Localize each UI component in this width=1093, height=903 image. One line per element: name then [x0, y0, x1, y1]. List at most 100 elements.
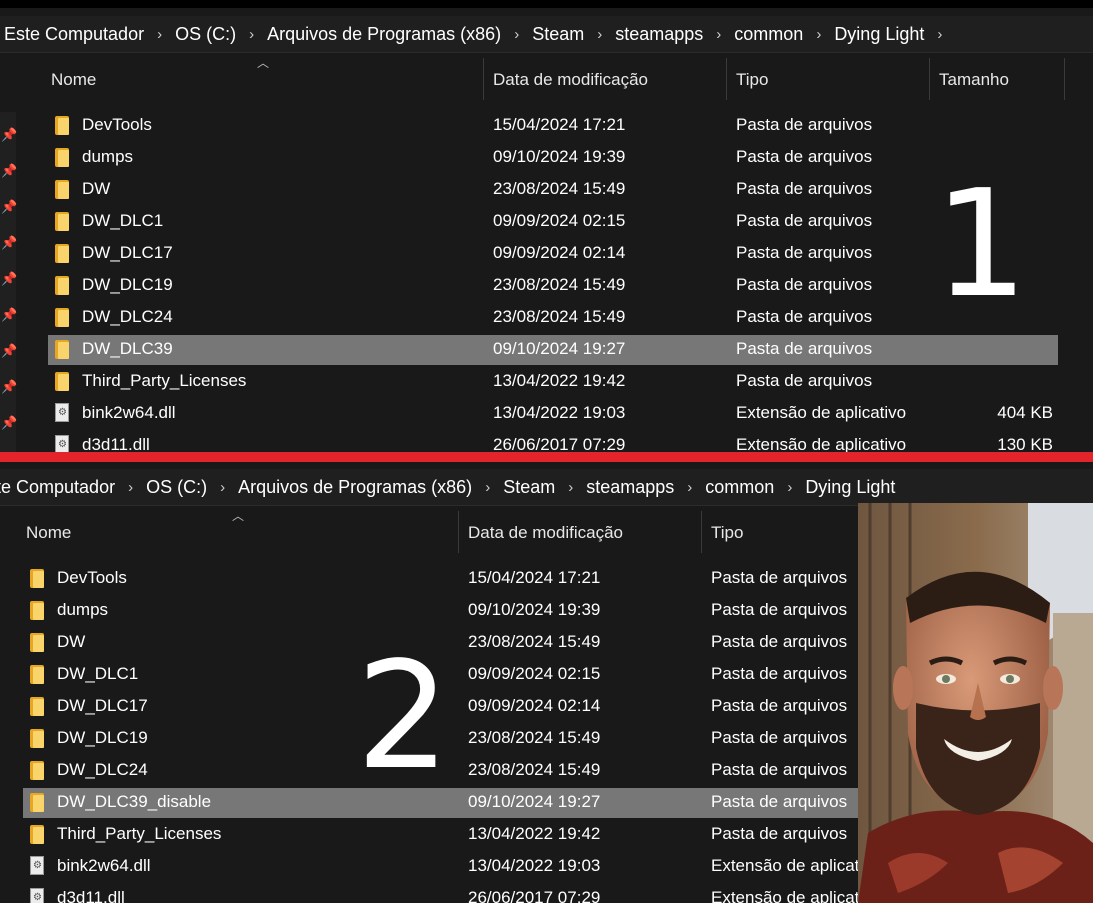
breadcrumb: Este Computador › OS (C:) › Arquivos de Prog… [0, 469, 895, 505]
file-row[interactable]: DW_DLC24 23/08/2024 15:49 Pasta de arquivo… [48, 303, 1058, 333]
chevron-right-icon[interactable]: › [568, 479, 573, 496]
chevron-right-icon[interactable]: › [716, 26, 721, 43]
folder-icon [55, 308, 69, 327]
chevron-right-icon[interactable]: › [485, 479, 490, 496]
file-date: 23/08/2024 15:49 [468, 728, 601, 747]
breadcrumb-item[interactable]: steamapps [586, 477, 674, 498]
file-row[interactable]: DevTools 15/04/2024 17:21 Pasta de arquivo… [48, 111, 1058, 141]
file-name: DevTools [57, 568, 127, 587]
file-type: Pasta de arquivos [736, 275, 873, 294]
column-divider[interactable] [929, 58, 930, 100]
address-bar[interactable]: Este Computador › OS (C:) › Arquivos de Prog… [0, 16, 1093, 53]
chevron-right-icon[interactable]: › [157, 26, 162, 43]
pin-icon[interactable]: 📌 [1, 415, 17, 431]
file-row[interactable]: Third_Party_Licenses 13/04/2022 19:42 Past… [48, 367, 1058, 397]
file-type: Pasta de arquivos [736, 179, 873, 198]
file-date: 09/09/2024 02:15 [493, 211, 626, 230]
breadcrumb-item[interactable]: Este Computador [0, 477, 115, 498]
breadcrumb-item[interactable]: Dying Light [805, 477, 895, 498]
pin-icon[interactable]: 📌 [1, 127, 17, 143]
breadcrumb-item[interactable]: common [734, 24, 803, 45]
file-row[interactable]: DW_DLC39 09/10/2024 19:27 Pasta de arquivo… [48, 335, 1058, 365]
column-header-name[interactable]: Nome [51, 70, 96, 90]
file-type: Pasta de arquivos [711, 792, 848, 811]
column-header-date[interactable]: Data de modificação [493, 70, 648, 90]
pin-icon[interactable]: 📌 [1, 163, 17, 179]
chevron-right-icon[interactable]: › [220, 479, 225, 496]
file-row[interactable]: ⚙ d3d11.dll 26/06/2017 07:29 Extensão de ap… [48, 431, 1058, 452]
chevron-right-icon[interactable]: › [128, 479, 133, 496]
breadcrumb-item[interactable]: Steam [503, 477, 555, 498]
folder-icon [30, 601, 44, 620]
folder-icon [30, 761, 44, 780]
breadcrumb-item[interactable]: Steam [532, 24, 584, 45]
chevron-right-icon[interactable]: › [937, 26, 942, 43]
column-header-type[interactable]: Tipo [711, 523, 743, 543]
folder-icon [30, 825, 44, 844]
breadcrumb-item[interactable]: Arquivos de Programas (x86) [238, 477, 472, 498]
file-row[interactable]: dumps 09/10/2024 19:39 Pasta de arquivos [48, 143, 1058, 173]
column-header-date[interactable]: Data de modificação [468, 523, 623, 543]
folder-icon [30, 633, 44, 652]
breadcrumb-item[interactable]: common [705, 477, 774, 498]
file-row[interactable]: DW 23/08/2024 15:49 Pasta de arquivos [48, 175, 1058, 205]
file-type: Pasta de arquivos [736, 371, 873, 390]
quick-access-pane: 📌 📌 📌 📌 📌 📌 📌 📌 📌 [0, 112, 17, 452]
file-date: 09/09/2024 02:14 [493, 243, 626, 262]
file-name: DW_DLC24 [57, 760, 148, 779]
chevron-right-icon[interactable]: › [514, 26, 519, 43]
file-row[interactable]: DW_DLC19 23/08/2024 15:49 Pasta de arquivo… [48, 271, 1058, 301]
file-name: bink2w64.dll [82, 403, 176, 422]
file-date: 13/04/2022 19:42 [468, 824, 601, 843]
column-divider[interactable] [1064, 58, 1065, 100]
folder-icon [30, 665, 44, 684]
file-row[interactable]: ⚙ bink2w64.dll 13/04/2022 19:03 Extensão de… [48, 399, 1058, 429]
column-divider[interactable] [458, 511, 459, 553]
file-date: 09/10/2024 19:39 [493, 147, 626, 166]
chevron-right-icon[interactable]: › [687, 479, 692, 496]
file-type: Pasta de arquivos [736, 307, 873, 326]
pin-icon[interactable]: 📌 [1, 307, 17, 323]
file-size: 130 KB [997, 435, 1053, 452]
breadcrumb-item[interactable]: steamapps [615, 24, 703, 45]
pin-icon[interactable]: 📌 [1, 379, 17, 395]
column-header-type[interactable]: Tipo [736, 70, 768, 90]
column-divider[interactable] [701, 511, 702, 553]
window-top-edge [0, 0, 1093, 8]
pin-icon[interactable]: 📌 [1, 199, 17, 215]
breadcrumb-item[interactable]: OS (C:) [146, 477, 207, 498]
chevron-right-icon[interactable]: › [787, 479, 792, 496]
dll-file-icon: ⚙ [30, 888, 44, 903]
chevron-right-icon[interactable]: › [597, 26, 602, 43]
file-date: 13/04/2022 19:42 [493, 371, 626, 390]
file-row[interactable]: DW_DLC17 09/09/2024 02:14 Pasta de arquivo… [48, 239, 1058, 269]
address-bar[interactable]: Este Computador › OS (C:) › Arquivos de Prog… [0, 469, 1093, 506]
folder-icon [55, 372, 69, 391]
file-name: DW_DLC39_disable [57, 792, 212, 811]
pin-icon[interactable]: 📌 [1, 343, 17, 359]
pin-icon[interactable]: 📌 [1, 271, 17, 287]
file-name: DW [82, 179, 111, 198]
file-row[interactable]: DW_DLC1 09/09/2024 02:15 Pasta de arquivos [48, 207, 1058, 237]
file-type: Pasta de arquivos [736, 147, 873, 166]
sort-ascending-icon: ︿ [257, 56, 270, 70]
chevron-right-icon[interactable]: › [249, 26, 254, 43]
breadcrumb-item[interactable]: Dying Light [834, 24, 924, 45]
breadcrumb-item[interactable]: Este Computador [4, 24, 144, 45]
folder-icon [30, 569, 44, 588]
column-divider[interactable] [483, 58, 484, 100]
folder-icon [30, 793, 44, 812]
file-name: dumps [82, 147, 134, 166]
column-divider[interactable] [726, 58, 727, 100]
file-type: Pasta de arquivos [736, 211, 873, 230]
chevron-right-icon[interactable]: › [816, 26, 821, 43]
file-type: Pasta de arquivos [736, 339, 873, 358]
folder-icon [30, 697, 44, 716]
pin-icon[interactable]: 📌 [1, 235, 17, 251]
file-name: DW_DLC19 [57, 728, 148, 747]
breadcrumb-item[interactable]: Arquivos de Programas (x86) [267, 24, 501, 45]
column-header-size[interactable]: Tamanho [939, 70, 1009, 90]
column-header-name[interactable]: Nome [26, 523, 71, 543]
file-date: 26/06/2017 07:29 [493, 435, 626, 452]
breadcrumb-item[interactable]: OS (C:) [175, 24, 236, 45]
